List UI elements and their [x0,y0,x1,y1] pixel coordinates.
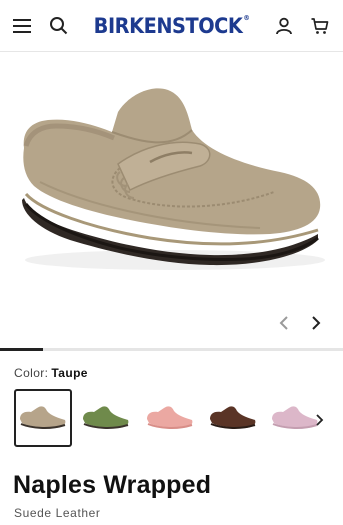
product-image-gallery[interactable] [0,52,343,348]
clog-thumbnail [83,406,129,429]
color-label: Color: [14,366,49,380]
swatch-green[interactable] [77,389,135,447]
gallery-progress-fill [0,348,43,351]
cart-button[interactable] [306,12,334,40]
swatch-taupe[interactable] [14,389,72,447]
brand-name: BIRKENSTOCK [93,14,243,38]
swatch-pink[interactable] [141,389,199,447]
user-icon [276,17,292,35]
registered-mark: ® [243,14,250,22]
selected-color-name: Taupe [51,366,88,380]
account-button[interactable] [270,12,298,40]
gallery-prev-button[interactable] [273,310,295,336]
color-selection-label: Color: Taupe [14,366,88,380]
clog-thumbnail [210,406,256,429]
gallery-progress-bar [0,348,343,351]
product-title: Naples Wrapped [13,471,212,499]
clog-thumbnail [20,406,66,429]
chevron-right-icon [312,316,321,330]
product-material: Suede Leather [14,506,101,520]
color-swatch-list [0,389,343,451]
cart-icon [311,18,329,34]
clog-thumbnail [147,406,193,429]
site-header: BIRKENSTOCK® [0,0,343,52]
chevron-left-icon [279,316,288,330]
taupe-suede-clog-product-photo [22,88,325,270]
swatch-brown[interactable] [204,389,262,447]
gallery-next-button[interactable] [305,310,327,336]
chevron-right-icon [316,414,324,426]
swatch-next-button[interactable] [312,411,328,429]
